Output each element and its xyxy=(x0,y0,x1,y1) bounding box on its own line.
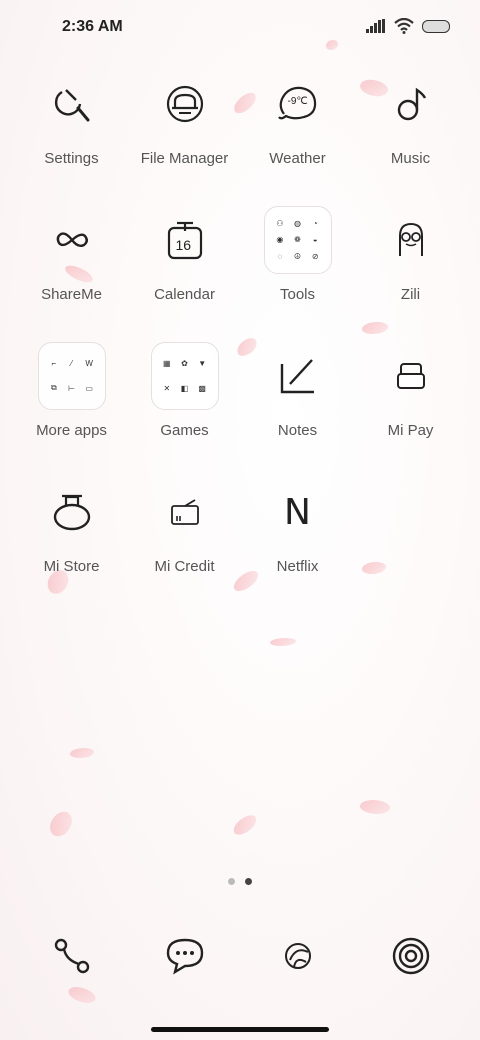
phone-icon xyxy=(54,938,89,974)
petal-decoration xyxy=(359,797,391,817)
app-label: Netflix xyxy=(276,558,319,575)
tools-folder-icon: ⚇ ◍ ◔ ◉ ❁ ◒ ◌ ☮ ⊘ xyxy=(263,206,332,274)
calendar-day-text: 16 xyxy=(175,237,192,253)
status-icons xyxy=(366,18,450,34)
weather-temp-text: -9℃ xyxy=(287,96,308,107)
settings-icon xyxy=(54,89,89,122)
app-label: Mi Store xyxy=(43,558,100,575)
app-label: Games xyxy=(160,422,209,439)
notes-icon xyxy=(280,359,314,394)
app-calendar[interactable]: 16 Calendar xyxy=(128,204,241,340)
app-label: ShareMe xyxy=(41,286,102,303)
app-settings[interactable]: Settings xyxy=(15,68,128,204)
app-label: Notes xyxy=(277,422,318,439)
signal-icon xyxy=(366,19,385,33)
mi-store-icon xyxy=(53,494,90,531)
messages-icon xyxy=(166,938,203,975)
dock-phone[interactable] xyxy=(15,928,128,984)
games-folder-icon: ▦ ✿ ▼ ✕ ◧ ▩ xyxy=(150,342,219,410)
petal-decoration xyxy=(66,982,98,1008)
camera-icon xyxy=(392,937,429,975)
app-notes[interactable]: Notes xyxy=(241,340,354,476)
page-dot[interactable] xyxy=(228,878,235,885)
wifi-icon xyxy=(394,18,414,34)
mi-pay-icon xyxy=(396,363,425,389)
app-mi-credit[interactable]: Mi Credit xyxy=(128,476,241,612)
netflix-icon: N xyxy=(284,491,311,533)
app-zili[interactable]: Zili xyxy=(354,204,467,340)
dock-messages[interactable] xyxy=(128,928,241,984)
dock-camera[interactable] xyxy=(354,928,467,984)
app-tools-folder[interactable]: ⚇ ◍ ◔ ◉ ❁ ◒ ◌ ☮ ⊘ Tools xyxy=(241,204,354,340)
status-time: 2:36 AM xyxy=(62,18,123,35)
app-label: Zili xyxy=(400,286,421,303)
app-label: Calendar xyxy=(154,286,215,303)
app-netflix[interactable]: N Netflix xyxy=(241,476,354,612)
app-mi-pay[interactable]: Mi Pay xyxy=(354,340,467,476)
page-dot-active[interactable] xyxy=(245,878,252,885)
petal-decoration xyxy=(44,807,78,841)
app-mi-store[interactable]: Mi Store xyxy=(15,476,128,612)
app-file-manager[interactable]: File Manager xyxy=(128,68,241,204)
music-icon xyxy=(397,87,426,121)
more-apps-folder-icon: ⌐ ⁄ W ⧉ ⊢ ▭ xyxy=(37,342,106,410)
app-label: Music xyxy=(390,150,431,167)
shareme-icon xyxy=(56,232,88,248)
app-label: File Manager xyxy=(140,150,229,167)
dock-browser[interactable] xyxy=(241,928,354,984)
status-bar: 2:36 AM xyxy=(0,0,480,56)
app-grid: Settings File Manager -9℃ Weather Music … xyxy=(15,68,467,612)
app-label: Settings xyxy=(44,150,99,167)
app-music[interactable]: Music xyxy=(354,68,467,204)
dock xyxy=(15,928,467,984)
mi-credit-icon xyxy=(170,499,199,525)
petal-decoration xyxy=(230,812,260,838)
app-label: Weather xyxy=(269,150,326,167)
home-indicator[interactable] xyxy=(151,1027,329,1032)
app-shareme[interactable]: ShareMe xyxy=(15,204,128,340)
petal-decoration xyxy=(270,638,296,646)
app-label: Mi Pay xyxy=(387,422,434,439)
app-weather[interactable]: -9℃ Weather xyxy=(241,68,354,204)
file-manager-icon xyxy=(166,85,203,123)
battery-icon xyxy=(422,19,450,33)
app-more-apps-folder[interactable]: ⌐ ⁄ W ⧉ ⊢ ▭ More apps xyxy=(15,340,128,476)
petal-decoration xyxy=(70,748,94,758)
app-label: Mi Credit xyxy=(154,558,215,575)
app-games-folder[interactable]: ▦ ✿ ▼ ✕ ◧ ▩ Games xyxy=(128,340,241,476)
app-label: More apps xyxy=(36,422,107,439)
zili-icon xyxy=(398,222,423,256)
app-label: Tools xyxy=(279,286,316,303)
browser-icon xyxy=(284,943,311,969)
page-indicator xyxy=(0,878,480,885)
